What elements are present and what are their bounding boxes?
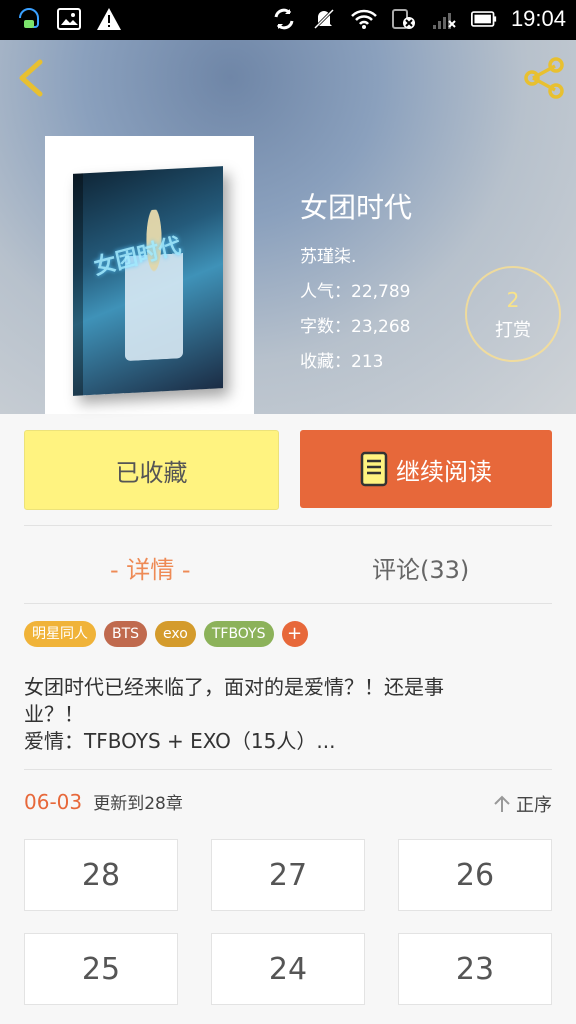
tab-detail[interactable]: - 详情 - <box>110 550 191 585</box>
chapter-button[interactable]: 26 <box>398 839 552 911</box>
tip-label: 打赏 <box>495 320 531 341</box>
chapter-button[interactable]: 25 <box>24 933 178 1005</box>
continue-reading-label: 继续阅读 <box>396 457 492 486</box>
tag-star-fanfic[interactable]: 明星同人 <box>24 621 96 647</box>
status-bar: 19:04 <box>0 0 576 40</box>
tag-exo[interactable]: exo <box>155 621 196 647</box>
update-info: 06-03 更新到28章 正序 <box>24 789 552 819</box>
tip-count: 2 <box>506 288 520 312</box>
book-cover: 女团时代 <box>45 136 254 414</box>
continue-reading-button[interactable]: 继续阅读 <box>300 430 552 508</box>
sort-button[interactable]: 正序 <box>492 791 552 817</box>
chat-notification-icon <box>16 6 42 32</box>
book-favorites: 收藏：213 <box>300 352 384 372</box>
book-info: 女团时代 苏瑾柒. 人气：22,789 字数：23,268 收藏：213 <box>300 186 412 380</box>
battery-icon <box>470 6 497 32</box>
back-button[interactable] <box>14 58 48 98</box>
sync-icon <box>271 6 297 32</box>
favorite-button-label: 已收藏 <box>115 458 188 487</box>
signal-icon <box>431 6 457 32</box>
description-line: 爱情：TFBOYS + EXO（15人）... <box>24 729 336 753</box>
chevron-left-icon <box>19 59 43 97</box>
divider <box>24 603 552 604</box>
tab-bar: - 详情 - 评论(33) <box>0 528 576 604</box>
chapter-button[interactable]: 27 <box>211 839 365 911</box>
image-notification-icon <box>56 6 82 32</box>
book-word-count: 字数：23,268 <box>300 317 411 337</box>
chapter-button[interactable]: 23 <box>398 933 552 1005</box>
divider <box>24 525 552 526</box>
tag-bts[interactable]: BTS <box>104 621 148 647</box>
tag-tfboys[interactable]: TFBOYS <box>203 621 274 647</box>
description-line: 女团时代已经来临了，面对的是爱情？！还是事 <box>24 675 444 699</box>
chapter-button[interactable]: 28 <box>24 839 178 911</box>
chapter-button[interactable]: 24 <box>211 933 365 1005</box>
update-date: 06-03 <box>24 790 83 814</box>
divider <box>24 769 552 770</box>
book-description[interactable]: 女团时代已经来临了，面对的是爱情？！还是事 业？！ 爱情：TFBOYS + EX… <box>24 674 524 755</box>
sort-label: 正序 <box>516 795 552 816</box>
book-author[interactable]: 苏瑾柒. <box>300 240 412 275</box>
share-icon <box>524 57 564 99</box>
favorite-button[interactable]: 已收藏 <box>24 430 279 510</box>
tip-button[interactable]: 2 打赏 <box>465 266 561 362</box>
update-text: 更新到28章 <box>93 794 183 814</box>
book-cover-art: 女团时代 <box>73 166 223 396</box>
tag-list: 明星同人 BTS exo TFBOYS + <box>24 621 308 647</box>
book-popularity: 人气：22,789 <box>300 282 411 302</box>
share-button[interactable] <box>520 54 568 102</box>
book-title: 女团时代 <box>300 191 413 224</box>
wifi-icon <box>351 6 377 32</box>
clock: 19:04 <box>510 6 566 31</box>
mute-icon <box>311 6 337 32</box>
book-icon <box>360 451 388 487</box>
warning-icon <box>96 6 122 32</box>
add-tag-button[interactable]: + <box>281 621 308 647</box>
sim-off-icon <box>391 6 417 32</box>
description-line: 业？！ <box>24 702 84 726</box>
tab-comments[interactable]: 评论(33) <box>372 550 469 585</box>
arrow-up-icon <box>494 795 510 812</box>
